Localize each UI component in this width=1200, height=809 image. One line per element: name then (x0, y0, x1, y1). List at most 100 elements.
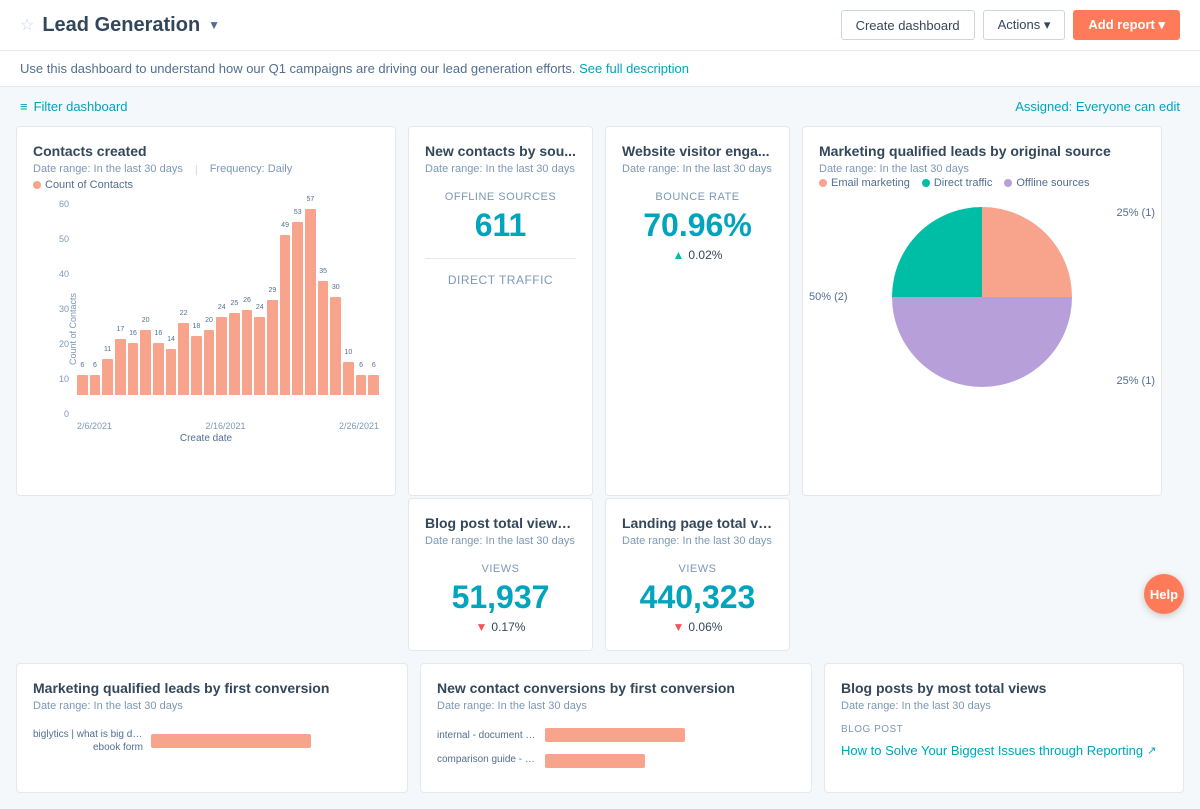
bar-wrapper-16: 49 (280, 199, 291, 395)
blog-post-link[interactable]: How to Solve Your Biggest Issues through… (841, 743, 1167, 758)
actions-button[interactable]: Actions ▾ (983, 10, 1066, 40)
landing-views-value: 440,323 (622, 579, 773, 616)
filter-icon: ≡ (20, 99, 28, 114)
landing-views-label: VIEWS (622, 563, 773, 575)
bar-8: 22 (178, 323, 189, 395)
conversions-bar-label-2: comparison guide - frame... (437, 754, 537, 765)
blog-views-change-value: 0.17% (491, 620, 525, 634)
bar-wrapper-3: 17 (115, 199, 126, 395)
filter-dashboard-button[interactable]: ≡ Filter dashboard (20, 99, 128, 114)
bar-23: 6 (368, 375, 379, 395)
legend-offline: Offline sources (1004, 177, 1089, 189)
bar-22: 6 (356, 375, 367, 395)
legend-label-direct: Direct traffic (934, 177, 992, 189)
bar-4: 16 (128, 343, 139, 395)
bar-18: 57 (305, 209, 316, 395)
bar-value-label-14: 24 (256, 304, 264, 311)
mql-first-conversion-card: Marketing qualified leads by first conve… (16, 663, 408, 793)
new-contact-conversions-date: Date range: In the last 30 days (437, 700, 795, 712)
landing-page-views-card: Landing page total vi... Date range: In … (605, 498, 790, 651)
assigned-value[interactable]: Everyone can edit (1076, 99, 1180, 114)
landing-views-change: ▼ 0.06% (622, 620, 773, 634)
contacts-created-title: Contacts created (33, 143, 379, 159)
bar-chart-inner: 6611171620161422182024252624294953573530… (33, 199, 379, 419)
blog-post-views-date: Date range: In the last 30 days (425, 535, 576, 547)
legend-dot-direct (922, 179, 930, 187)
contacts-created-frequency: Frequency: Daily (210, 163, 293, 175)
bar-value-label-7: 14 (167, 336, 175, 343)
mql-bar-item-1: biglytics | what is big data?:ebook form (33, 728, 391, 754)
bounce-rate-change: ▲ 0.02% (622, 248, 773, 262)
bar-value-label-4: 16 (129, 330, 137, 337)
bar-wrapper-23: 6 (368, 199, 379, 395)
bar-wrapper-9: 18 (191, 199, 202, 395)
mql-bar-fill-1 (151, 734, 311, 748)
bounce-rate-value: 70.96% (622, 207, 773, 244)
bar-value-label-11: 24 (218, 304, 226, 311)
bar-wrapper-1: 6 (90, 199, 101, 395)
bar-wrapper-19: 35 (318, 199, 329, 395)
website-visitor-card: Website visitor enga... Date range: In t… (605, 126, 790, 496)
blog-post-views-title: Blog post total views... (425, 515, 576, 531)
bar-wrapper-4: 16 (128, 199, 139, 395)
bar-wrapper-13: 26 (242, 199, 253, 395)
bar-3: 17 (115, 339, 126, 395)
landing-page-views-title: Landing page total vi... (622, 515, 773, 531)
conversions-bar-fill-2 (545, 754, 645, 768)
pie-segment-email (982, 207, 1072, 297)
chart-x-title: Create date (33, 433, 379, 444)
blog-views-arrow: ▼ (476, 620, 488, 634)
full-description-link[interactable]: See full description (579, 61, 689, 76)
bar-wrapper-10: 20 (204, 199, 215, 395)
bar-wrapper-12: 25 (229, 199, 240, 395)
bar-7: 14 (166, 349, 177, 395)
legend-label-contacts: Count of Contacts (45, 179, 133, 191)
contacts-created-date: Date range: In the last 30 days (33, 163, 183, 175)
mql-bar-label-1: biglytics | what is big data?:ebook form (33, 728, 143, 754)
bar-17: 53 (292, 222, 303, 395)
bar-wrapper-21: 10 (343, 199, 354, 395)
bar-wrapper-6: 16 (153, 199, 164, 395)
pie-container: 25% (1) 50% (2) 25% (1) (819, 197, 1145, 397)
mql-source-card: Marketing qualified leads by original so… (802, 126, 1162, 496)
bounce-rate-label: BOUNCE RATE (622, 191, 773, 203)
legend-label-offline: Offline sources (1016, 177, 1089, 189)
new-contact-conversions-card: New contact conversions by first convers… (420, 663, 812, 793)
bar-chart: 6050403020100 Count of Contacts 66111716… (33, 199, 379, 479)
blog-post-views-card: Blog post total views... Date range: In … (408, 498, 593, 651)
blog-views-label: VIEWS (425, 563, 576, 575)
subheader: Use this dashboard to understand how our… (0, 51, 1200, 87)
bar-wrapper-11: 24 (216, 199, 227, 395)
bar-10: 20 (204, 330, 215, 395)
bounce-rate-arrow: ▲ (673, 248, 685, 262)
direct-traffic-label: DIRECT TRAFFIC (425, 273, 576, 287)
contacts-created-card: Contacts created Date range: In the last… (16, 126, 396, 496)
offline-sources-value: 611 (425, 207, 576, 244)
bar-2: 11 (102, 359, 113, 395)
add-report-button[interactable]: Add report ▾ (1073, 10, 1180, 40)
metric-divider (425, 258, 576, 259)
spacer-chart (16, 498, 396, 651)
new-contacts-title: New contacts by sou... (425, 143, 576, 159)
blog-posts-views-date: Date range: In the last 30 days (841, 700, 1167, 712)
blog-posts-views-card: Blog posts by most total views Date rang… (824, 663, 1184, 793)
pie-segment-direct (892, 207, 982, 297)
bar-wrapper-17: 53 (292, 199, 303, 395)
bar-19: 35 (318, 281, 329, 395)
create-dashboard-button[interactable]: Create dashboard (841, 10, 975, 40)
bar-value-label-3: 17 (116, 326, 124, 333)
legend-direct: Direct traffic (922, 177, 992, 189)
bar-value-label-16: 49 (281, 222, 289, 229)
bar-wrapper-0: 6 (77, 199, 88, 395)
mql-first-conversion-title: Marketing qualified leads by first conve… (33, 680, 391, 696)
blog-post-link-text: How to Solve Your Biggest Issues through… (841, 743, 1143, 758)
title-dropdown-icon[interactable]: ▼ (208, 18, 220, 32)
help-button[interactable]: Help (1144, 574, 1184, 614)
bar-15: 29 (267, 300, 278, 395)
bar-wrapper-8: 22 (178, 199, 189, 395)
blog-views-value: 51,937 (425, 579, 576, 616)
x-axis-labels: 2/6/20212/16/20212/26/2021 (33, 421, 379, 431)
star-icon[interactable]: ☆ (20, 15, 34, 35)
header-actions: Create dashboard Actions ▾ Add report ▾ (841, 10, 1180, 40)
bar-value-label-5: 20 (142, 317, 150, 324)
